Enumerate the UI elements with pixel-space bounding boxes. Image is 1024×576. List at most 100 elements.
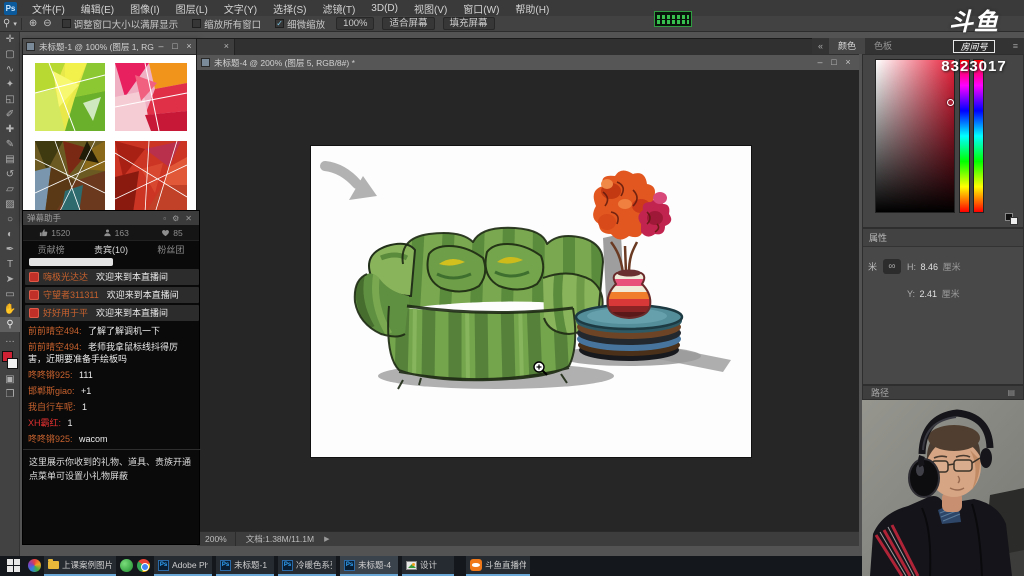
resize-windows-checkbox[interactable]: 调整窗口大小以满屏显示: [62, 17, 179, 31]
minimize-button[interactable]: –: [813, 57, 827, 69]
menu-select[interactable]: 选择(S): [266, 0, 313, 17]
tab-swatches-panel[interactable]: 色板: [865, 38, 901, 54]
hue-slider[interactable]: [959, 59, 970, 213]
window-titlebar[interactable]: 未标题-4 @ 200% (图层 5, RGB/8#) * – □ ×: [197, 55, 859, 70]
close-button[interactable]: ×: [182, 41, 196, 53]
pinwheel-app-icon[interactable]: [28, 559, 41, 572]
zoom-tool-icon[interactable]: ⚲: [0, 18, 13, 29]
background-document-tab[interactable]: ×: [197, 39, 235, 55]
paths-panel-header[interactable]: 路径 ▤: [862, 385, 1024, 400]
scrubby-zoom-checkbox[interactable]: ✓ 细微缩放: [275, 17, 325, 31]
zoom-tool[interactable]: ⚲: [0, 317, 20, 332]
hue-slider-secondary[interactable]: [973, 59, 984, 213]
saturation-brightness-field[interactable]: [875, 59, 955, 213]
canvas-scroll-area[interactable]: [197, 70, 859, 531]
canvas-untitled-1[interactable]: [23, 55, 199, 221]
collapse-panels-icon[interactable]: «: [812, 41, 829, 51]
taskbar-untitled1-button[interactable]: Ps 未标题-1 @ 100%...: [216, 556, 274, 576]
zoom-all-windows-checkbox[interactable]: 缩放所有窗口: [192, 17, 261, 31]
close-button[interactable]: ×: [841, 57, 855, 69]
tab-vip[interactable]: 贵宾(10): [94, 243, 128, 256]
menu-view[interactable]: 视图(V): [407, 0, 454, 17]
y-field[interactable]: Y: 2.41 厘米: [907, 287, 960, 300]
document-window-untitled-1[interactable]: 未标题-1 @ 100% (图层 1, RGB/8#) * – □ ×: [22, 38, 200, 222]
photoshop-app-icon: Ps: [4, 2, 17, 15]
window-titlebar[interactable]: 未标题-1 @ 100% (图层 1, RGB/8#) * – □ ×: [23, 39, 199, 55]
chrome-icon[interactable]: [137, 559, 150, 572]
properties-panel-header[interactable]: 属性: [863, 229, 1023, 247]
move-tool[interactable]: ✛: [0, 32, 20, 47]
crop-tool[interactable]: ◱: [0, 92, 20, 107]
height-value[interactable]: 8.46: [919, 262, 941, 272]
brush-tool[interactable]: ✎: [0, 137, 20, 152]
shape-tool[interactable]: ▭: [0, 287, 20, 302]
canvas-page[interactable]: [311, 146, 751, 457]
type-tool[interactable]: T: [0, 257, 20, 272]
zoom-in-button[interactable]: ⊕: [26, 18, 40, 29]
magic-wand-tool[interactable]: ✦: [0, 77, 20, 92]
blur-tool[interactable]: ○: [0, 212, 20, 227]
panel-menu-icon[interactable]: ≡: [1007, 41, 1024, 51]
screen-mode-button[interactable]: ❐: [0, 387, 20, 402]
path-selection-tool[interactable]: ➤: [0, 272, 20, 287]
eyedropper-tool[interactable]: ✐: [0, 107, 20, 122]
menu-window[interactable]: 窗口(W): [456, 0, 506, 17]
maximize-button[interactable]: □: [827, 57, 841, 69]
tab-color-panel[interactable]: 颜色: [829, 38, 865, 54]
fit-screen-button[interactable]: 适合屏幕: [382, 17, 434, 30]
zoom-out-button[interactable]: ⊖: [40, 18, 54, 29]
gradient-tool[interactable]: ▨: [0, 197, 20, 212]
tab-contribution[interactable]: 贡献榜: [38, 243, 65, 256]
quick-mask-button[interactable]: ▣: [0, 372, 20, 387]
danmu-panel-header[interactable]: 弹幕助手 ▫ ⚙ ✕: [23, 211, 199, 225]
tool-preset-caret-icon[interactable]: ▾: [13, 20, 17, 28]
clone-stamp-tool[interactable]: ▤: [0, 152, 20, 167]
taskbar-douyu-button[interactable]: 斗鱼直播伴侣: [466, 556, 530, 576]
minimize-button[interactable]: –: [154, 41, 168, 53]
menu-edit[interactable]: 编辑(E): [74, 0, 121, 17]
browser-360-icon[interactable]: [120, 559, 133, 572]
document-window-untitled-4[interactable]: × 未标题-4 @ 200% (图层 5, RGB/8#) * – □ ×: [196, 38, 858, 545]
default-colors-icon[interactable]: [1005, 213, 1019, 225]
lasso-tool[interactable]: ∿: [0, 62, 20, 77]
y-property-row: Y: 2.41 厘米: [863, 287, 960, 300]
chat-text: 欢迎来到本直播间: [96, 307, 168, 319]
marquee-tool[interactable]: ▢: [0, 47, 20, 62]
menu-file[interactable]: 文件(F): [25, 0, 72, 17]
menu-type[interactable]: 文字(Y): [217, 0, 264, 17]
menu-3d[interactable]: 3D(D): [364, 2, 405, 15]
maximize-button[interactable]: □: [168, 41, 182, 53]
menu-help[interactable]: 帮助(H): [508, 0, 556, 17]
height-field[interactable]: H: 8.46 厘米: [907, 260, 961, 273]
tab-fanclub[interactable]: 粉丝团: [157, 243, 184, 256]
status-flyout-arrow[interactable]: ▶: [324, 535, 329, 543]
menu-layer[interactable]: 图层(L): [169, 0, 215, 17]
background-color-swatch[interactable]: [7, 358, 18, 369]
chat-username: 前前晴空494:: [28, 326, 82, 336]
eraser-tool[interactable]: ▱: [0, 182, 20, 197]
pen-tool[interactable]: ✒: [0, 242, 20, 257]
pin-icon[interactable]: ▫: [160, 214, 169, 223]
taskbar-untitled4-button[interactable]: Ps 未标题-4 @ 200%...: [340, 556, 398, 576]
menu-filter[interactable]: 滤镜(T): [316, 0, 363, 17]
y-value[interactable]: 2.41: [918, 289, 940, 299]
start-button[interactable]: [7, 559, 20, 572]
dodge-tool[interactable]: ◐: [0, 227, 20, 242]
settings-icon[interactable]: ⚙: [169, 214, 182, 223]
fill-screen-button[interactable]: 填充屏幕: [443, 17, 495, 30]
healing-brush-tool[interactable]: ✚: [0, 122, 20, 137]
link-dimensions-icon[interactable]: ∞: [883, 259, 901, 274]
paths-panel-menu-icon[interactable]: ▤: [1007, 388, 1015, 397]
taskbar-folder-button[interactable]: 上课案例图片: [44, 556, 116, 576]
more-tools-button[interactable]: …: [0, 332, 20, 347]
zoom-level-field[interactable]: 200%: [197, 532, 236, 546]
color-picker-cursor[interactable]: [947, 99, 954, 106]
actual-pixels-button[interactable]: 100%: [336, 17, 374, 30]
taskbar-photoshop-button[interactable]: Ps Adobe Photoshop..: [154, 556, 212, 576]
close-icon[interactable]: ✕: [182, 214, 195, 223]
history-brush-tool[interactable]: ↺: [0, 167, 20, 182]
taskbar-jpg-button[interactable]: Ps 冷暖色系列jpg @...: [278, 556, 336, 576]
menu-image[interactable]: 图像(I): [123, 0, 166, 17]
hand-tool[interactable]: ✋: [0, 302, 20, 317]
taskbar-design-button[interactable]: 设计: [402, 556, 454, 576]
